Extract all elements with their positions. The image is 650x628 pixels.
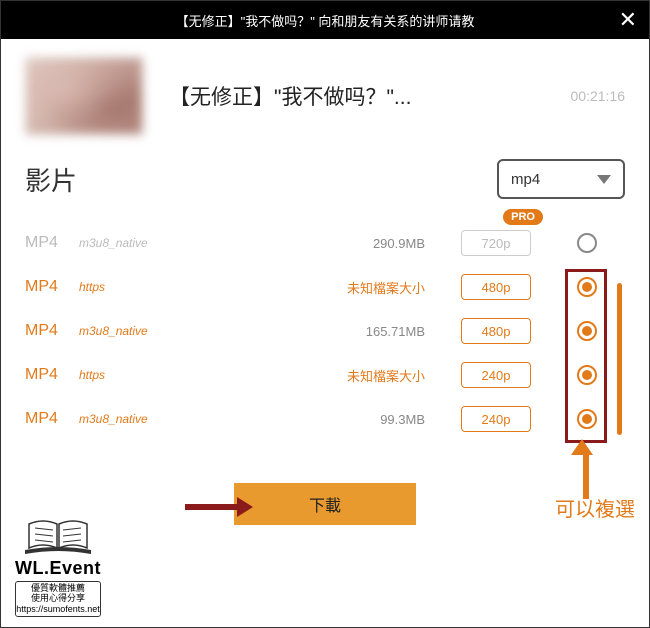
format-select-value: mp4: [511, 171, 540, 188]
stream-size: 99.3MB: [380, 412, 425, 427]
main-panel: 【无修正】"我不做吗？"... 00:21:16 影片 mp4 MP4 m3u8_…: [1, 39, 649, 535]
pro-badge: PRO: [503, 209, 543, 225]
watermark-sub: 優質軟體推薦 使用心得分享 https://sumofents.net: [15, 581, 101, 617]
stream-format: MP4: [25, 322, 73, 340]
window-title: 【无修正】"我不做吗？" 向和朋友有关系的讲师请教: [176, 11, 475, 30]
resolution-badge[interactable]: 240p: [461, 362, 531, 388]
resolution-badge: 720p: [461, 230, 531, 256]
window-titlebar: 【无修正】"我不做吗？" 向和朋友有关系的讲师请教 ✕: [1, 1, 649, 39]
stream-size: 未知檔案大小: [347, 366, 425, 385]
format-select[interactable]: mp4: [497, 159, 625, 199]
download-label: 下載: [309, 492, 341, 516]
stream-row: MP4 m3u8_native 99.3MB 240p: [25, 397, 625, 441]
annotation-arrow-up: [579, 439, 593, 499]
annotation-multiselect-label: 可以複選: [555, 493, 635, 522]
stream-protocol: https: [79, 280, 105, 294]
resolution-badge[interactable]: 240p: [461, 406, 531, 432]
stream-size: 165.71MB: [366, 324, 425, 339]
watermark-title: WL.Event: [15, 558, 101, 579]
video-header: 【无修正】"我不做吗？"... 00:21:16: [25, 57, 625, 135]
video-title: 【无修正】"我不做吗？"...: [169, 81, 545, 111]
stream-select-radio[interactable]: [577, 409, 597, 429]
section-header: 影片 mp4: [25, 159, 625, 199]
stream-row: MP4 https 未知檔案大小 240p: [25, 353, 625, 397]
watermark: WL.Event 優質軟體推薦 使用心得分享 https://sumofents…: [15, 514, 101, 617]
resolution-badge[interactable]: 480p: [461, 318, 531, 344]
stream-select-radio[interactable]: [577, 321, 597, 341]
stream-protocol: m3u8_native: [79, 412, 148, 426]
stream-protocol: https: [79, 368, 105, 382]
book-icon: [23, 514, 93, 558]
stream-select-radio[interactable]: [577, 277, 597, 297]
stream-select-radio[interactable]: [577, 233, 597, 253]
resolution-badge[interactable]: 480p: [461, 274, 531, 300]
stream-row: MP4m3u8_native290.9MB720pPRO: [25, 221, 625, 265]
annotation-arrow-right: [185, 497, 253, 517]
stream-format: MP4: [25, 278, 73, 296]
stream-protocol: m3u8_native: [79, 236, 148, 250]
stream-format: MP4: [25, 410, 73, 428]
chevron-down-icon: [597, 175, 611, 184]
video-thumbnail: [25, 57, 143, 135]
stream-format: MP4: [25, 234, 73, 252]
close-icon[interactable]: ✕: [619, 7, 637, 33]
stream-protocol: m3u8_native: [79, 324, 148, 338]
stream-list: MP4m3u8_native290.9MB720pPROMP4https未知檔案…: [25, 221, 625, 441]
download-button[interactable]: 下載: [234, 483, 416, 525]
stream-size: 290.9MB: [373, 236, 425, 251]
stream-format: MP4: [25, 366, 73, 384]
stream-row: MP4 m3u8_native 165.71MB 480p: [25, 309, 625, 353]
video-duration: 00:21:16: [571, 88, 626, 104]
section-title: 影片: [25, 161, 77, 198]
stream-size: 未知檔案大小: [347, 278, 425, 297]
stream-select-radio[interactable]: [577, 365, 597, 385]
stream-row: MP4 https 未知檔案大小 480p: [25, 265, 625, 309]
